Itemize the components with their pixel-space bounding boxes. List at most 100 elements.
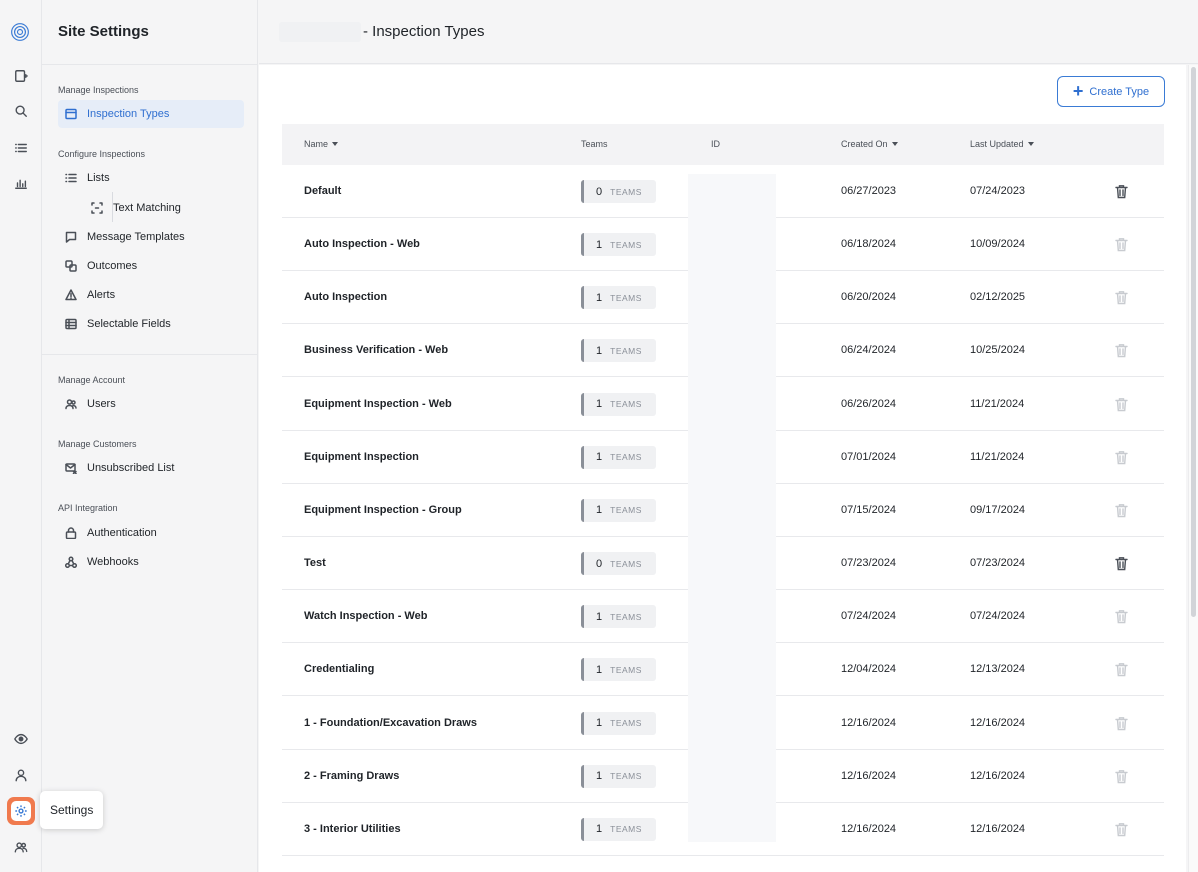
trash-icon[interactable] xyxy=(1115,184,1128,199)
sidebar-item-text-matching[interactable]: Text Matching xyxy=(84,194,244,222)
teams-badge[interactable]: 0 TEAMS xyxy=(581,180,656,203)
teams-badge[interactable]: 1 TEAMS xyxy=(581,445,656,469)
type-name[interactable]: Auto Inspection - Web xyxy=(304,238,420,250)
type-name[interactable]: 2 - Framing Draws xyxy=(304,770,399,782)
teams-badge[interactable]: 1 TEAMS xyxy=(581,392,656,416)
trash-icon xyxy=(1115,290,1128,305)
create-type-label: Create Type xyxy=(1089,85,1150,98)
teams-badge[interactable]: 0 TEAMS xyxy=(581,552,656,576)
updated-date: 07/24/2024 xyxy=(970,610,1026,623)
teams-badge[interactable]: 1 TEAMS xyxy=(581,817,656,841)
sidebar-item-label: Inspection Types xyxy=(87,108,170,120)
eye-icon[interactable] xyxy=(11,729,31,749)
trash-icon xyxy=(1115,343,1128,358)
trash-icon xyxy=(1115,503,1128,518)
list-icon[interactable] xyxy=(11,138,31,158)
updated-date: 11/21/2024 xyxy=(970,397,1025,410)
sidebar-item-webhooks[interactable]: Webhooks xyxy=(58,548,244,576)
scrollbar-thumb[interactable] xyxy=(1191,67,1196,617)
type-name[interactable]: Test xyxy=(304,557,326,569)
lock-icon xyxy=(64,526,78,540)
page-header: - Inspection Types xyxy=(259,0,1198,64)
trash-icon xyxy=(1115,397,1128,412)
teams-count: 1 xyxy=(596,291,603,304)
teams-badge[interactable]: 1 TEAMS xyxy=(581,498,656,522)
list-icon xyxy=(64,171,78,185)
updated-date: 07/24/2023 xyxy=(970,185,1026,197)
created-date: 07/01/2024 xyxy=(841,450,897,463)
created-date: 06/20/2024 xyxy=(841,291,897,304)
trash-icon xyxy=(1115,662,1128,677)
users-icon[interactable] xyxy=(11,837,31,857)
column-updated-header[interactable]: Last Updated xyxy=(970,139,1034,149)
created-date: 12/04/2024 xyxy=(841,663,897,676)
section-manage-account: Manage Account xyxy=(58,375,126,385)
sidebar-item-label: Users xyxy=(87,398,116,410)
teams-count: 1 xyxy=(596,238,603,251)
teams-unit: TEAMS xyxy=(610,186,642,197)
created-date: 07/24/2024 xyxy=(841,610,897,623)
teams-unit: TEAMS xyxy=(610,824,642,835)
trash-icon xyxy=(1115,609,1128,624)
sidebar-item-outcomes[interactable]: Outcomes xyxy=(58,252,244,280)
search-icon[interactable] xyxy=(11,101,31,121)
type-name[interactable]: Credentialing xyxy=(304,663,374,675)
create-type-button[interactable]: + Create Type xyxy=(1057,76,1165,107)
type-name[interactable]: Business Verification - Web xyxy=(304,344,448,356)
sidebar-item-inspection-types[interactable]: Inspection Types xyxy=(58,100,244,128)
updated-date: 12/13/2024 xyxy=(970,663,1026,676)
teams-count: 0 xyxy=(596,185,603,198)
settings-sidebar: Site Settings Manage Inspections Inspect… xyxy=(42,0,258,872)
teams-count: 1 xyxy=(596,451,603,464)
users-icon xyxy=(64,397,78,411)
teams-count: 1 xyxy=(596,823,603,836)
teams-badge[interactable]: 1 TEAMS xyxy=(581,233,656,257)
teams-count: 1 xyxy=(596,610,603,623)
settings-button[interactable] xyxy=(7,797,35,825)
type-name[interactable]: Equipment Inspection - Web xyxy=(304,398,452,410)
sidebar-item-unsubscribed-list[interactable]: Unsubscribed List xyxy=(58,454,244,482)
section-manage-customers: Manage Customers xyxy=(58,439,137,449)
teams-badge[interactable]: 1 TEAMS xyxy=(581,711,656,735)
type-name[interactable]: 1 - Foundation/Excavation Draws xyxy=(304,717,477,729)
type-name[interactable]: Watch Inspection - Web xyxy=(304,610,427,622)
section-manage-inspections: Manage Inspections xyxy=(58,85,139,95)
updated-date: 11/21/2024 xyxy=(970,450,1025,463)
type-name[interactable]: 3 - Interior Utilities xyxy=(304,823,401,835)
table-icon xyxy=(64,317,78,331)
sidebar-item-message-templates[interactable]: Message Templates xyxy=(58,223,244,251)
scrollbar[interactable] xyxy=(1188,65,1198,872)
sidebar-item-selectable-fields[interactable]: Selectable Fields xyxy=(58,310,244,338)
sidebar-item-authentication[interactable]: Authentication xyxy=(58,519,244,547)
divider xyxy=(42,64,258,65)
column-name-header[interactable]: Name xyxy=(304,139,339,149)
type-name[interactable]: Equipment Inspection - Group xyxy=(304,504,462,516)
type-name[interactable]: Default xyxy=(304,185,341,197)
type-name[interactable]: Equipment Inspection xyxy=(304,451,419,463)
type-name[interactable]: Auto Inspection xyxy=(304,291,387,303)
sidebar-item-label: Outcomes xyxy=(87,260,138,272)
teams-count: 1 xyxy=(596,663,603,676)
teams-badge[interactable]: 1 TEAMS xyxy=(581,764,656,788)
teams-unit: TEAMS xyxy=(610,399,642,410)
section-api-integration: API Integration xyxy=(58,503,118,513)
trash-icon[interactable] xyxy=(1115,556,1128,571)
chart-icon[interactable] xyxy=(11,173,31,193)
logo-icon[interactable] xyxy=(10,22,30,42)
new-inspection-icon[interactable] xyxy=(11,66,31,86)
teams-unit: TEAMS xyxy=(610,664,642,675)
created-date: 06/18/2024 xyxy=(841,238,897,251)
sidebar-item-label: Alerts xyxy=(87,289,116,301)
user-icon[interactable] xyxy=(11,765,31,785)
icon-rail xyxy=(0,0,42,872)
sidebar-item-lists[interactable]: Lists xyxy=(58,164,244,192)
text-matching-icon xyxy=(90,201,104,215)
teams-badge[interactable]: 1 TEAMS xyxy=(581,605,656,629)
trash-icon xyxy=(1115,716,1128,731)
column-created-header[interactable]: Created On xyxy=(841,139,898,149)
teams-badge[interactable]: 1 TEAMS xyxy=(581,339,656,363)
sidebar-item-users[interactable]: Users xyxy=(58,390,244,418)
teams-badge[interactable]: 1 TEAMS xyxy=(581,286,656,310)
teams-badge[interactable]: 1 TEAMS xyxy=(581,658,656,682)
sidebar-item-alerts[interactable]: Alerts xyxy=(58,281,244,309)
